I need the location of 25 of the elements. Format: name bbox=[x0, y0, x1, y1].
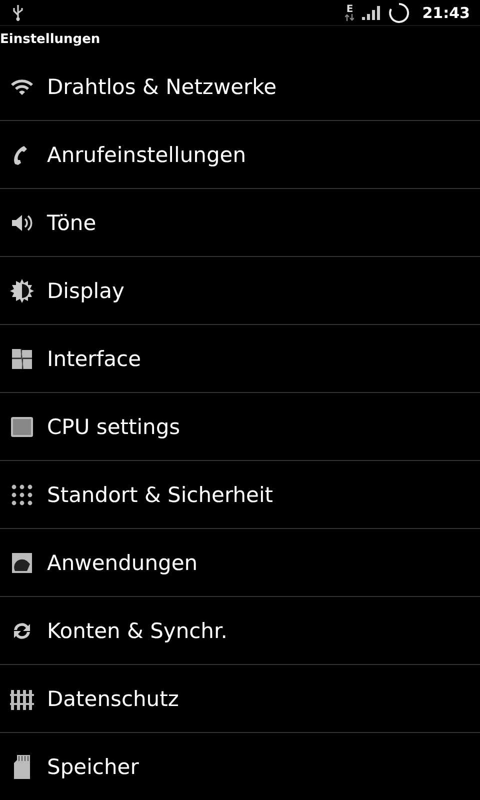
settings-item[interactable]: CPU settings bbox=[0, 393, 480, 461]
loading-icon bbox=[388, 2, 410, 24]
usb-icon bbox=[12, 4, 24, 20]
memory-card-icon bbox=[13, 754, 31, 778]
settings-item[interactable]: Datenschutz bbox=[0, 665, 480, 733]
settings-item[interactable]: Drahtlos & Netzwerke bbox=[0, 53, 480, 121]
window-tiles-icon bbox=[11, 348, 33, 370]
speaker-icon bbox=[11, 214, 33, 232]
sync-icon bbox=[11, 620, 33, 640]
settings-item[interactable]: Konten & Synchr. bbox=[0, 597, 480, 665]
fence-icon bbox=[10, 688, 34, 710]
wifi-icon bbox=[10, 76, 34, 96]
settings-item[interactable]: Töne bbox=[0, 189, 480, 257]
brightness-icon bbox=[10, 278, 34, 302]
settings-item[interactable]: Display bbox=[0, 257, 480, 325]
network-indicator: E bbox=[345, 4, 354, 20]
signal-icon bbox=[362, 6, 380, 20]
settings-item[interactable]: Anwendungen bbox=[0, 529, 480, 597]
dot-grid-icon bbox=[11, 484, 33, 506]
clock: 21:43 bbox=[422, 4, 470, 22]
settings-item[interactable]: Speicher bbox=[0, 733, 480, 800]
settings-item[interactable]: Anrufeinstellungen bbox=[0, 121, 480, 189]
settings-item[interactable]: Standort & Sicherheit bbox=[0, 461, 480, 529]
settings-item[interactable]: Interface bbox=[0, 325, 480, 393]
screen-title: Einstellungen bbox=[0, 32, 100, 47]
